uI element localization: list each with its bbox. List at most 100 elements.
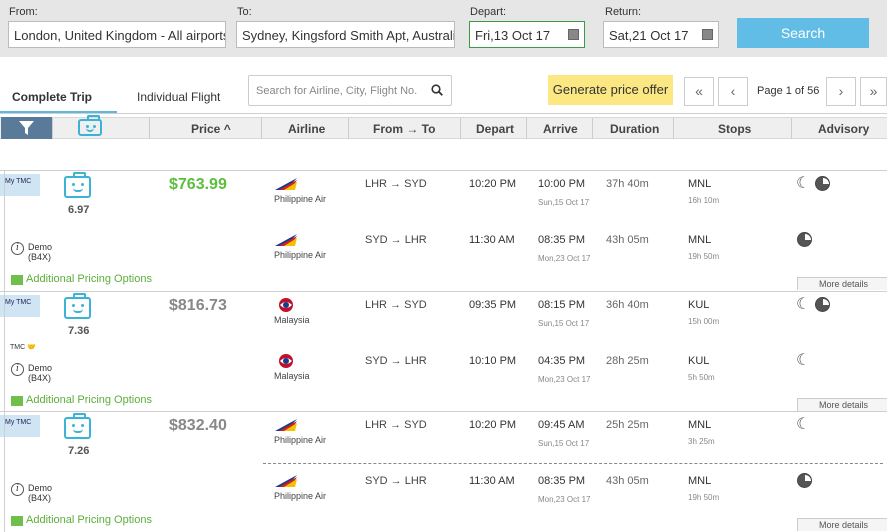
night-flight-icon: ☾ — [796, 416, 811, 433]
agency-code: (B4X) — [28, 493, 52, 503]
search-icon[interactable] — [431, 84, 443, 96]
more-details-button[interactable]: More details — [797, 398, 887, 411]
route: LHR → SYD — [365, 178, 427, 190]
tab-complete-trip[interactable]: Complete Trip — [12, 90, 92, 104]
agency-code: (B4X) — [28, 373, 52, 383]
arrive-date: Mon,23 Oct 17 — [538, 254, 591, 263]
stop-airport: KUL — [688, 299, 710, 311]
arrive-date: Sun,15 Oct 17 — [538, 439, 590, 448]
stop-time: 19h 50m — [688, 493, 720, 502]
trip-price[interactable]: $816.73 — [169, 297, 227, 315]
result-divider — [0, 170, 887, 171]
list-icon — [11, 516, 23, 526]
generate-price-offer-button[interactable]: Generate price offer — [548, 75, 673, 105]
depart-column-header[interactable]: Depart — [476, 122, 514, 136]
trip-score: 7.36 — [68, 325, 90, 337]
airline-name: Philippine Air — [274, 435, 327, 445]
baggage-icon — [64, 172, 91, 198]
trip-score: 7.26 — [68, 445, 90, 457]
first-page-button[interactable]: « — [684, 77, 714, 106]
depart-time: 09:35 PM — [469, 299, 517, 311]
trip-price[interactable]: $763.99 — [169, 176, 227, 194]
night-flight-icon: ☾ — [796, 352, 811, 369]
tabs-divider — [0, 113, 887, 114]
to-label: To: — [237, 6, 252, 18]
airline-name: Philippine Air — [274, 250, 327, 260]
night-flight-icon: ☾ — [796, 296, 811, 313]
last-page-button[interactable]: » — [860, 77, 887, 106]
advisory-column-header[interactable]: Advisory — [818, 122, 869, 136]
duration: 36h 40m — [606, 299, 649, 311]
airline-logo — [274, 297, 298, 313]
arrive-time: 09:45 AM — [538, 419, 585, 431]
next-page-button[interactable]: › — [826, 77, 856, 106]
info-icon[interactable]: i — [11, 242, 24, 255]
result-divider — [0, 291, 887, 292]
agency-name: Demo — [28, 363, 53, 373]
to-input[interactable]: Sydney, Kingsford Smith Apt, Australia — [236, 21, 455, 48]
depart-label: Depart: — [470, 6, 507, 18]
stop-airport: MNL — [688, 475, 712, 487]
airline-name: Philippine Air — [274, 491, 327, 501]
from-to-column-header[interactable]: From → To — [373, 122, 435, 136]
night-flight-icon: ☾ — [796, 175, 811, 192]
tab-individual-flight[interactable]: Individual Flight — [137, 90, 220, 104]
trip-price[interactable]: $832.40 — [169, 417, 227, 435]
my-tmc-badge: My TMC — [0, 174, 40, 196]
arrive-date: Mon,23 Oct 17 — [538, 375, 591, 384]
calendar-icon[interactable] — [568, 29, 579, 40]
results-left-border — [4, 170, 5, 532]
additional-pricing-link[interactable]: Additional Pricing Options — [26, 273, 152, 285]
baggage-filter-icon[interactable] — [78, 115, 102, 136]
my-tmc-label: My TMC — [5, 178, 32, 185]
duration: 43h 05m — [606, 475, 649, 487]
more-details-button[interactable]: More details — [797, 277, 887, 290]
airline-column-header[interactable]: Airline — [288, 122, 325, 136]
tmc-handshake-icon: TMC 🤝 — [10, 344, 36, 351]
my-tmc-badge: My TMC — [0, 295, 40, 317]
info-icon[interactable]: i — [11, 483, 24, 496]
depart-time: 10:20 PM — [469, 419, 517, 431]
airline-logo — [274, 232, 298, 248]
arrive-date: Mon,23 Oct 17 — [538, 495, 591, 504]
my-tmc-label: My TMC — [5, 419, 32, 426]
additional-pricing-link[interactable]: Additional Pricing Options — [26, 394, 152, 406]
time-advisory-icon — [815, 297, 830, 312]
search-button[interactable]: Search — [737, 18, 869, 48]
from-input[interactable]: London, United Kingdom - All airports — [8, 21, 226, 48]
calendar-icon[interactable] — [702, 29, 713, 40]
my-tmc-label: My TMC — [5, 299, 32, 306]
filter-button[interactable] — [1, 117, 52, 139]
trip-score: 6.97 — [68, 204, 90, 216]
route: SYD → LHR — [365, 234, 427, 246]
depart-time: 10:10 PM — [469, 355, 517, 367]
tmc-label: TMC — [10, 344, 26, 351]
page-indicator: Page 1 of 56 — [757, 85, 820, 97]
return-date-input[interactable]: Sat,21 Oct 17 — [603, 21, 719, 48]
arrive-time: 10:00 PM — [538, 178, 586, 190]
additional-pricing-link[interactable]: Additional Pricing Options — [26, 514, 152, 526]
time-advisory-icon — [815, 176, 830, 191]
arrive-time: 08:15 PM — [538, 299, 586, 311]
flight-search-input[interactable]: Search for Airline, City, Flight No. — [248, 75, 452, 106]
airline-logo — [274, 473, 298, 489]
route: LHR → SYD — [365, 299, 427, 311]
results-header: Price ^ Airline From → To Depart Arrive … — [0, 117, 887, 139]
duration-column-header[interactable]: Duration — [610, 122, 659, 136]
info-icon[interactable]: i — [11, 363, 24, 376]
agency-code: (B4X) — [28, 252, 52, 262]
price-column-header[interactable]: Price ^ — [191, 122, 231, 136]
depart-date-input[interactable]: Fri,13 Oct 17 — [469, 21, 585, 48]
airline-logo — [274, 176, 298, 192]
agency-info: Demo (B4X) — [28, 242, 52, 262]
arrive-column-header[interactable]: Arrive — [543, 122, 578, 136]
filter-icon — [19, 121, 34, 135]
route: SYD → LHR — [365, 475, 427, 487]
airline-logo — [274, 353, 298, 369]
agency-info: Demo (B4X) — [28, 483, 52, 503]
agency-name: Demo — [28, 483, 53, 493]
airline-name: Malaysia — [274, 371, 310, 381]
stops-column-header[interactable]: Stops — [718, 122, 751, 136]
more-details-button[interactable]: More details — [797, 518, 887, 531]
prev-page-button[interactable]: ‹ — [718, 77, 748, 106]
